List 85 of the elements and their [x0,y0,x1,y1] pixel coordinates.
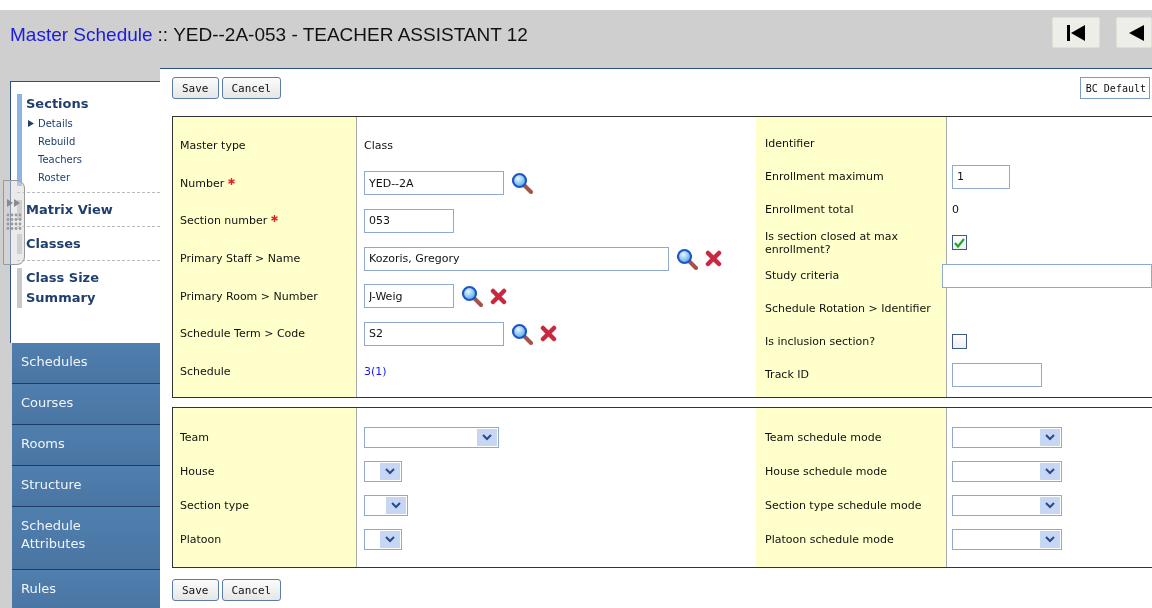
field-value: Class [364,139,393,153]
caret-icon [1045,467,1055,475]
sidebar-tab[interactable]: Schedules [12,343,160,384]
sidebar-group[interactable]: Classes [26,234,81,254]
search-icon[interactable] [511,322,533,345]
field-label: Platoon [180,532,222,546]
sidebar-tab[interactable]: Rooms [12,425,160,466]
required-icon [228,177,236,185]
sidebar-group[interactable]: Class Size Summary [26,268,160,308]
field-label: Is section closed at max enrollment? [765,229,898,256]
caret-icon [385,467,395,475]
caret-icon [385,535,395,543]
expand-icon [7,199,21,207]
search-icon[interactable] [676,247,698,270]
clear-icon[interactable] [705,250,722,268]
sidebar-item[interactable]: Teachers [38,153,82,165]
input-field[interactable] [942,263,1152,288]
sidebar-item[interactable]: Details [38,117,73,129]
field-label: Study criteria [765,269,840,282]
field-label: Schedule Term > Code [180,327,306,341]
field-label: Platoon schedule mode [765,532,894,546]
save-button[interactable]: Save [172,77,219,99]
field-label: Enrollment total [765,203,854,216]
search-icon[interactable] [461,285,483,308]
dropdown[interactable] [364,494,408,516]
input-field[interactable] [952,362,1042,387]
field-label: Identifier [765,137,815,150]
input-field[interactable]: J-Weig [364,284,454,309]
sidebar-tab[interactable]: Rules [12,570,160,608]
cancel-button[interactable]: Cancel [221,579,282,601]
first-icon [1067,24,1085,41]
sidebar-item[interactable]: Rebuild [38,135,76,147]
dropdown[interactable] [364,528,402,550]
sidebar-handle[interactable] [3,180,25,265]
caret-icon [482,433,492,441]
field-label: Schedule Rotation > Identifier [765,302,931,315]
previous-icon [1129,24,1144,41]
checkbox[interactable] [952,235,967,250]
master-schedule-link[interactable]: Master Schedule [10,24,153,46]
input-field[interactable]: YED--2A [364,171,504,196]
field-label: Section type [180,498,249,512]
search-icon[interactable] [511,172,533,195]
field-label: Primary Room > Number [180,289,318,303]
field-label: Track ID [765,368,809,381]
required-icon [271,215,279,223]
field-label: House [180,464,215,478]
sidebar-tab[interactable]: Structure [12,466,160,507]
field-label: Section number [180,214,268,228]
schedule-link[interactable]: 3(1) [364,364,387,378]
title-separator: :: [157,24,169,46]
input-field[interactable]: 1 [952,164,1010,189]
input-field[interactable]: S2 [364,321,504,346]
sidebar-item[interactable]: Roster [38,171,70,183]
grip-icon [6,213,22,231]
template-button[interactable]: BC Default [1079,77,1150,99]
caret-icon [1045,535,1055,543]
field-label: Section type schedule mode [765,498,922,512]
first-record-button[interactable] [1052,17,1100,48]
field-label: Schedule [180,364,231,378]
clear-icon[interactable] [540,325,557,343]
field-label: Primary Staff > Name [180,252,301,266]
field-label: House schedule mode [765,464,887,478]
sidebar-group[interactable]: Sections [26,94,89,114]
field-label: Team [180,430,210,444]
field-label: Master type [180,139,246,153]
field-label: Team schedule mode [765,430,882,444]
sidebar-tab[interactable]: Courses [12,384,160,425]
field-label: Is inclusion section? [765,335,876,348]
previous-record-button[interactable] [1116,17,1152,48]
sidebar-group[interactable]: Matrix View [26,200,113,220]
caret-icon [391,501,401,509]
field-label: Enrollment maximum [765,170,884,183]
checkbox[interactable] [952,334,967,349]
caret-icon [1045,433,1055,441]
dropdown[interactable] [364,460,402,482]
field-value: 0 [952,203,959,216]
sidebar-tab[interactable]: Schedule Attributes [12,507,160,570]
caret-icon [1045,501,1055,509]
field-label: Number [180,176,225,190]
clear-icon[interactable] [490,287,507,305]
page-title: YED--2A-053 - TEACHER ASSISTANT 12 [173,24,528,46]
save-button[interactable]: Save [172,579,219,601]
cancel-button[interactable]: Cancel [221,77,282,99]
input-field[interactable]: 053 [364,209,454,233]
input-field[interactable]: Kozoris, Gregory [364,246,669,271]
